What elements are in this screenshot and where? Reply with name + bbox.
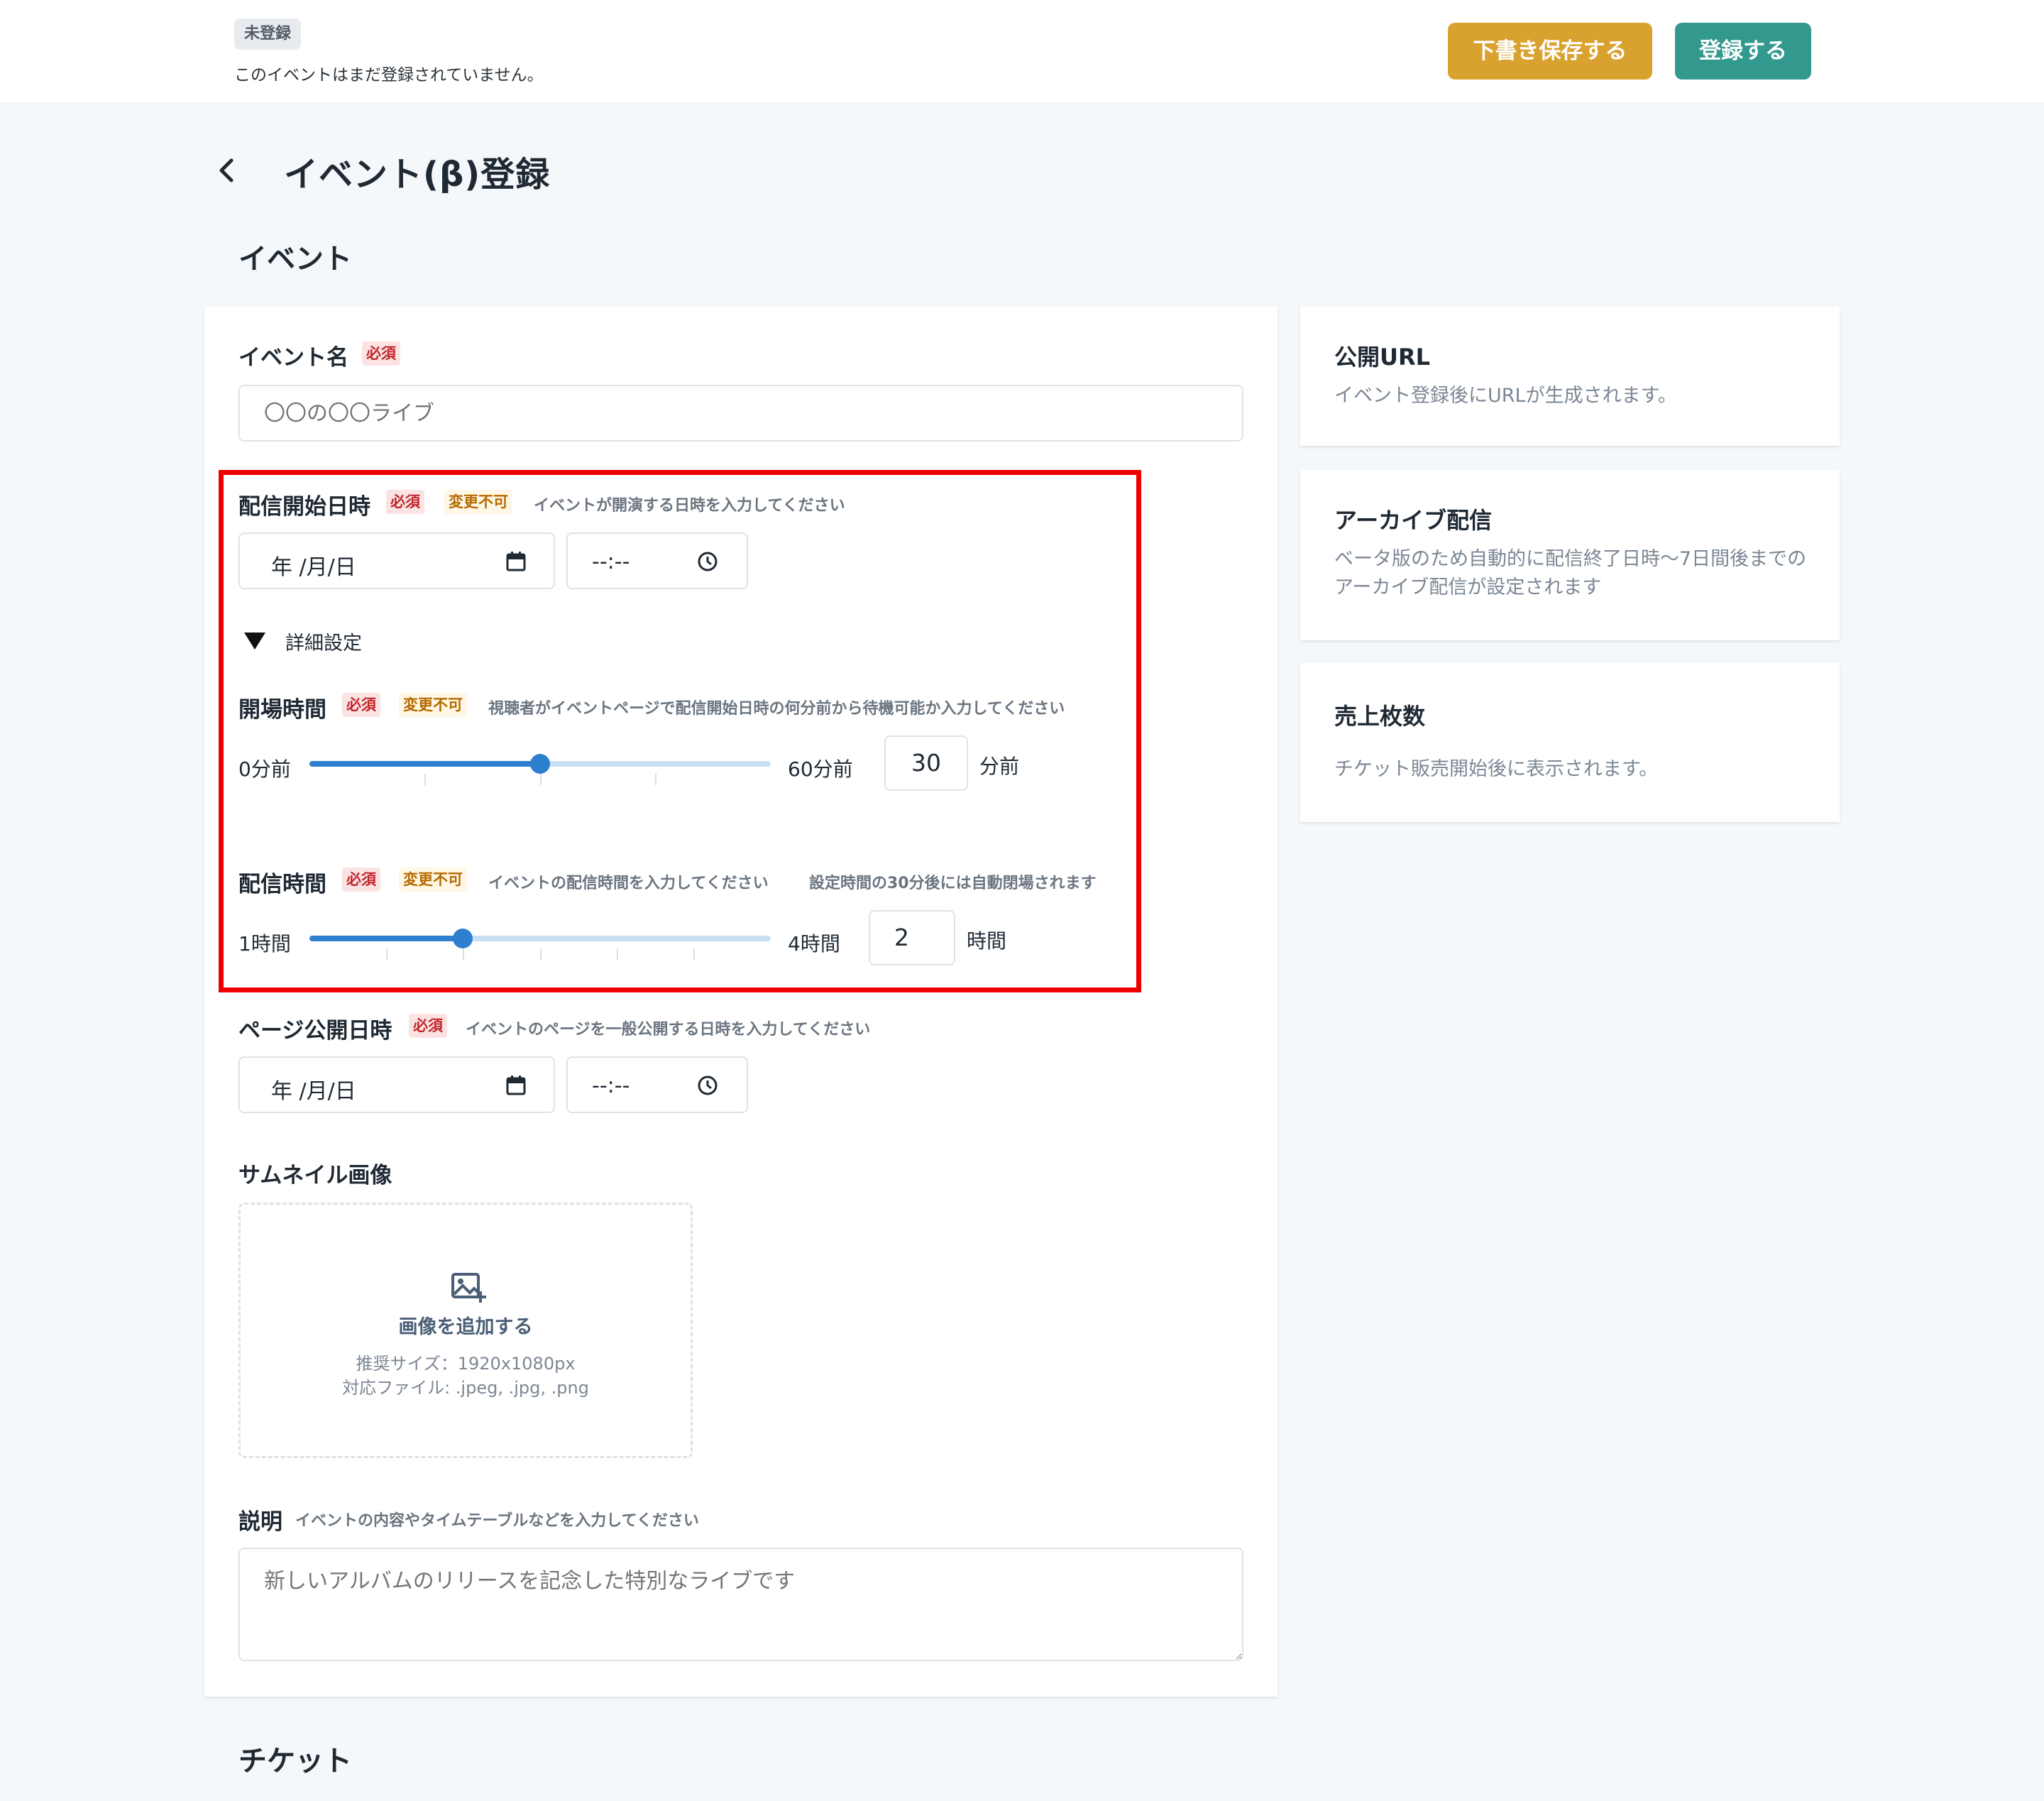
description-hint: イベントの内容やタイムテーブルなどを入力してください	[295, 1512, 699, 1530]
archive-title: アーカイブ配信	[1334, 507, 1493, 534]
start-time-input[interactable]: --:--	[566, 532, 748, 589]
slider-tick	[540, 948, 542, 960]
page-title: イベント(β)登録	[284, 155, 551, 195]
sales-text: チケット販売開始後に表示されます。	[1334, 758, 1659, 780]
start-datetime-hint: イベントが開演する日時を入力してください	[534, 497, 845, 515]
start-date-input[interactable]: 年 /月/日	[238, 532, 555, 589]
save-draft-button[interactable]: 下書き保存する	[1448, 23, 1652, 80]
required-tag: 必須	[386, 490, 424, 514]
archive-card: アーカイブ配信 ベータ版のため自動的に配信終了日時〜7日間後までのアーカイブ配信…	[1300, 470, 1840, 640]
description-textarea[interactable]	[238, 1548, 1243, 1661]
slider-tick	[617, 948, 618, 960]
archive-text: ベータ版のため自動的に配信終了日時〜7日間後までのアーカイブ配信が設定されます	[1334, 548, 1807, 598]
chevron-left-icon[interactable]	[214, 155, 240, 186]
public-url-card: 公開URL イベント登録後にURLが生成されます。	[1300, 307, 1840, 446]
sales-title: 売上枚数	[1334, 703, 1426, 730]
time-placeholder: --:--	[592, 1073, 630, 1098]
calendar-icon[interactable]	[505, 1075, 527, 1096]
image-add-icon	[451, 1273, 486, 1303]
slider-max-label: 60分前	[788, 757, 853, 781]
slider-min-label: 1時間	[238, 932, 291, 956]
slider-tick	[424, 774, 426, 785]
slider-thumb[interactable]	[530, 754, 550, 774]
slider-tick	[540, 774, 542, 785]
publish-date-input[interactable]: 年 /月/日	[238, 1056, 555, 1113]
event-name-label: イベント名	[238, 345, 348, 371]
stream-duration-unit: 時間	[967, 929, 1007, 953]
upload-size-text: 推奨サイズ：1920x1080px	[356, 1354, 576, 1374]
slider-fill	[309, 936, 463, 941]
public-url-title: 公開URL	[1334, 344, 1431, 371]
opening-time-slider[interactable]	[309, 754, 771, 785]
clock-icon[interactable]	[697, 551, 718, 572]
stream-duration-label: 配信時間	[238, 872, 326, 897]
event-name-input[interactable]	[238, 385, 1243, 442]
time-placeholder: --:--	[592, 549, 630, 574]
required-tag: 必須	[362, 341, 400, 366]
date-placeholder: 年 /月/日	[271, 555, 356, 580]
status-badge: 未登録	[234, 18, 302, 50]
status-text: このイベントはまだ登録されていません。	[234, 66, 544, 84]
calendar-icon[interactable]	[505, 551, 527, 572]
upload-types-text: 対応ファイル: .jpeg, .jpg, .png	[342, 1378, 589, 1398]
stream-duration-hint-2: 設定時間の30分後には自動閉場されます	[809, 875, 1097, 892]
opening-time-hint: 視聴者がイベントページで配信開始日時の何分前から待機可能か入力してください	[488, 700, 1065, 718]
slider-tick	[693, 948, 695, 960]
required-tag: 必須	[409, 1014, 447, 1038]
triangle-down-icon[interactable]	[243, 630, 267, 652]
section-title-event: イベント	[238, 243, 352, 275]
page-publish-label: ページ公開日時	[238, 1018, 392, 1044]
slider-fill	[309, 761, 540, 767]
required-tag: 必須	[342, 693, 380, 717]
date-placeholder: 年 /月/日	[271, 1079, 356, 1104]
thumbnail-upload-area[interactable]: 画像を追加する 推奨サイズ：1920x1080px 対応ファイル: .jpeg,…	[238, 1203, 693, 1458]
unchangeable-tag: 変更不可	[444, 490, 512, 514]
start-datetime-label: 配信開始日時	[238, 494, 370, 520]
slider-tick	[655, 774, 656, 785]
stream-duration-slider[interactable]	[309, 929, 771, 960]
unchangeable-tag: 変更不可	[399, 693, 467, 717]
section-title-ticket: チケット	[238, 1745, 352, 1778]
description-label: 説明	[238, 1509, 282, 1535]
details-toggle[interactable]: 詳細設定	[285, 628, 362, 655]
sales-card: 売上枚数 チケット販売開始後に表示されます。	[1300, 663, 1840, 822]
stream-duration-hint: イベントの配信時間を入力してください	[488, 875, 769, 892]
slider-tick	[386, 948, 388, 960]
opening-time-label: 開場時間	[238, 697, 326, 723]
top-bar: 未登録 このイベントはまだ登録されていません。 下書き保存する 登録する	[0, 0, 2044, 102]
required-tag: 必須	[342, 867, 380, 892]
slider-tick	[463, 948, 464, 960]
opening-time-input[interactable]: 30	[884, 735, 968, 791]
page-publish-hint: イベントのページを一般公開する日時を入力してください	[466, 1021, 871, 1039]
clock-icon[interactable]	[697, 1075, 718, 1096]
stream-duration-input[interactable]: 2	[869, 910, 955, 965]
unchangeable-tag: 変更不可	[399, 867, 467, 892]
opening-time-unit: 分前	[979, 755, 1020, 778]
slider-max-label: 4時間	[788, 932, 840, 956]
publish-time-input[interactable]: --:--	[566, 1056, 748, 1113]
public-url-text: イベント登録後にURLが生成されます。	[1334, 385, 1677, 407]
slider-min-label: 0分前	[238, 757, 291, 781]
thumbnail-label: サムネイル画像	[238, 1163, 392, 1188]
register-button[interactable]: 登録する	[1675, 23, 1811, 80]
upload-title: 画像を追加する	[398, 1316, 533, 1338]
